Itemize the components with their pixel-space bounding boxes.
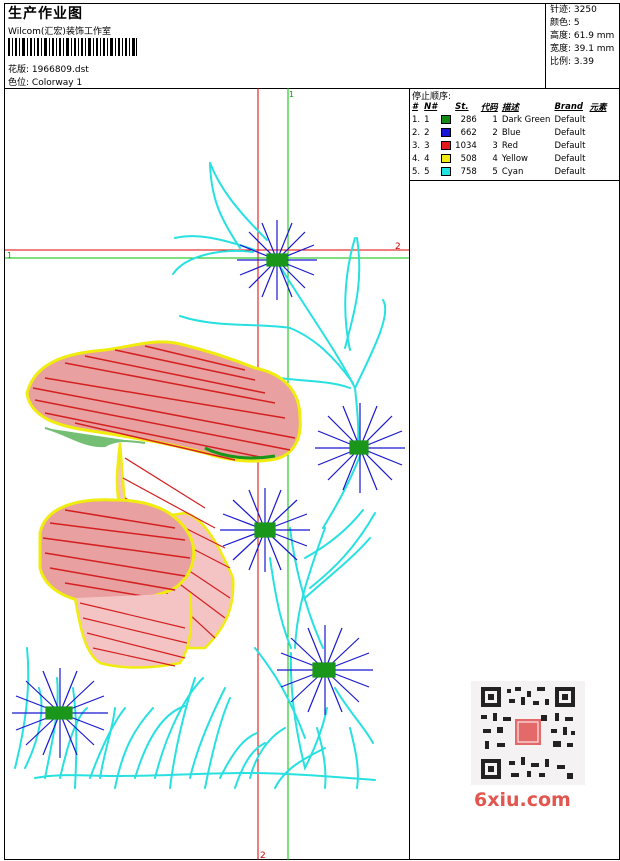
guide-mark-top: 1 <box>289 90 294 99</box>
row-swatch <box>440 139 454 152</box>
row-code: 4 <box>492 153 498 164</box>
row-element <box>589 152 610 165</box>
row-element <box>589 139 610 152</box>
stat-width: 宽度: 39.1 mm <box>550 44 615 54</box>
row-brand: Default <box>554 114 586 125</box>
table-row: 5. 5 758 5 Cyan Default <box>411 165 610 178</box>
guide-mark-right: 2 <box>395 242 401 252</box>
row-brand: Default <box>554 127 586 138</box>
design-value: 1966809.dst <box>31 65 89 75</box>
colorway-value: Colorway 1 <box>31 78 83 88</box>
design-row: 花版: 1966809.dst <box>8 62 89 75</box>
row-needle: 4 <box>424 153 430 164</box>
row-index: 1. <box>412 114 421 125</box>
column-header: St. <box>455 102 469 112</box>
mushroom-bottom <box>38 498 196 669</box>
company-name: Wilcom(汇宏)装饰工作室 <box>8 27 111 37</box>
row-element <box>589 165 610 178</box>
right-panel-divider <box>409 88 410 860</box>
table-row: 1. 1 286 1 Dark Green Default <box>411 113 610 126</box>
row-brand: Default <box>554 153 586 164</box>
row-code: 2 <box>492 127 498 138</box>
row-element <box>589 113 610 126</box>
row-stitches: 508 <box>460 153 477 164</box>
color-swatch-icon <box>441 153 452 163</box>
row-element <box>589 126 610 139</box>
stop-sequence-panel: 停止顺序: # N# St. 代码 描述 Brand 元素 1. 1 286 1 Dar… <box>409 88 619 181</box>
row-needle: 3 <box>424 140 430 151</box>
table-row: 3. 3 1034 3 Red Default <box>411 139 610 152</box>
row-index: 5. <box>412 166 421 177</box>
row-description: Dark Green <box>501 114 551 125</box>
row-description: Red <box>501 140 518 151</box>
row-swatch <box>440 165 454 178</box>
guide-mark-left: 1 <box>7 251 12 260</box>
stats-panel: 针迹: 3250 颜色: 5 高度: 61.9 mm 宽度: 39.1 mm 比… <box>545 4 619 88</box>
column-header: Brand <box>554 102 583 112</box>
row-code: 3 <box>492 140 498 151</box>
stat-stitches: 针迹: 3250 <box>550 5 597 15</box>
row-stitches: 286 <box>460 114 477 125</box>
column-header: 描述 <box>501 103 519 113</box>
row-code: 1 <box>492 114 498 125</box>
stop-sequence-table: # N# St. 代码 描述 Brand 元素 1. 1 286 1 Dark Gree… <box>411 101 610 178</box>
row-description: Cyan <box>501 166 524 177</box>
stat-height: 高度: 61.9 mm <box>550 31 615 41</box>
row-swatch <box>440 113 454 126</box>
column-header: 代码 <box>480 103 498 113</box>
watermark-logo: 6xiu.com <box>474 789 571 811</box>
color-swatch-icon <box>441 114 452 124</box>
row-brand: Default <box>554 166 586 177</box>
table-row: 2. 2 662 2 Blue Default <box>411 126 610 139</box>
flower-lower <box>277 625 373 715</box>
row-needle: 2 <box>424 127 430 138</box>
column-header: 元素 <box>589 103 607 113</box>
page-title: 生产作业图 <box>8 6 83 22</box>
barcode-icon <box>8 38 137 56</box>
row-stitches: 662 <box>460 127 477 138</box>
row-needle: 1 <box>424 114 430 125</box>
row-swatch <box>440 126 454 139</box>
embroidery-canvas: 1 1 2 2 <box>5 88 409 860</box>
row-code: 5 <box>492 166 498 177</box>
color-swatch-icon <box>441 127 452 137</box>
flower-right <box>315 403 405 493</box>
guide-mark-bottom: 2 <box>260 851 266 860</box>
row-index: 2. <box>412 127 421 138</box>
column-header <box>440 101 454 113</box>
row-swatch <box>440 152 454 165</box>
flower-middle <box>220 488 310 572</box>
row-stitches: 1034 <box>455 140 477 151</box>
row-stitches: 758 <box>460 166 477 177</box>
column-header: # <box>412 102 418 112</box>
color-swatch-icon <box>441 166 452 176</box>
row-brand: Default <box>554 140 586 151</box>
color-swatch-icon <box>441 140 452 150</box>
colorway-label: 色位: <box>8 78 30 88</box>
row-description: Blue <box>501 127 521 138</box>
qr-code-icon <box>471 681 585 785</box>
row-index: 3. <box>412 140 421 151</box>
column-header: N# <box>424 102 438 112</box>
row-needle: 5 <box>424 166 430 177</box>
table-header-row: # N# St. 代码 描述 Brand 元素 <box>411 101 610 113</box>
flower-bottom-left <box>12 668 108 758</box>
flower-top <box>237 220 317 300</box>
table-row: 4. 4 508 4 Yellow Default <box>411 152 610 165</box>
mushroom-top <box>25 340 302 463</box>
row-index: 4. <box>412 153 421 164</box>
row-description: Yellow <box>501 153 528 164</box>
design-label: 花版: <box>8 65 30 75</box>
colorway-row: 色位: Colorway 1 <box>8 75 82 88</box>
stat-colors: 颜色: 5 <box>550 18 580 28</box>
stat-ratio: 比例: 3.39 <box>550 57 594 67</box>
